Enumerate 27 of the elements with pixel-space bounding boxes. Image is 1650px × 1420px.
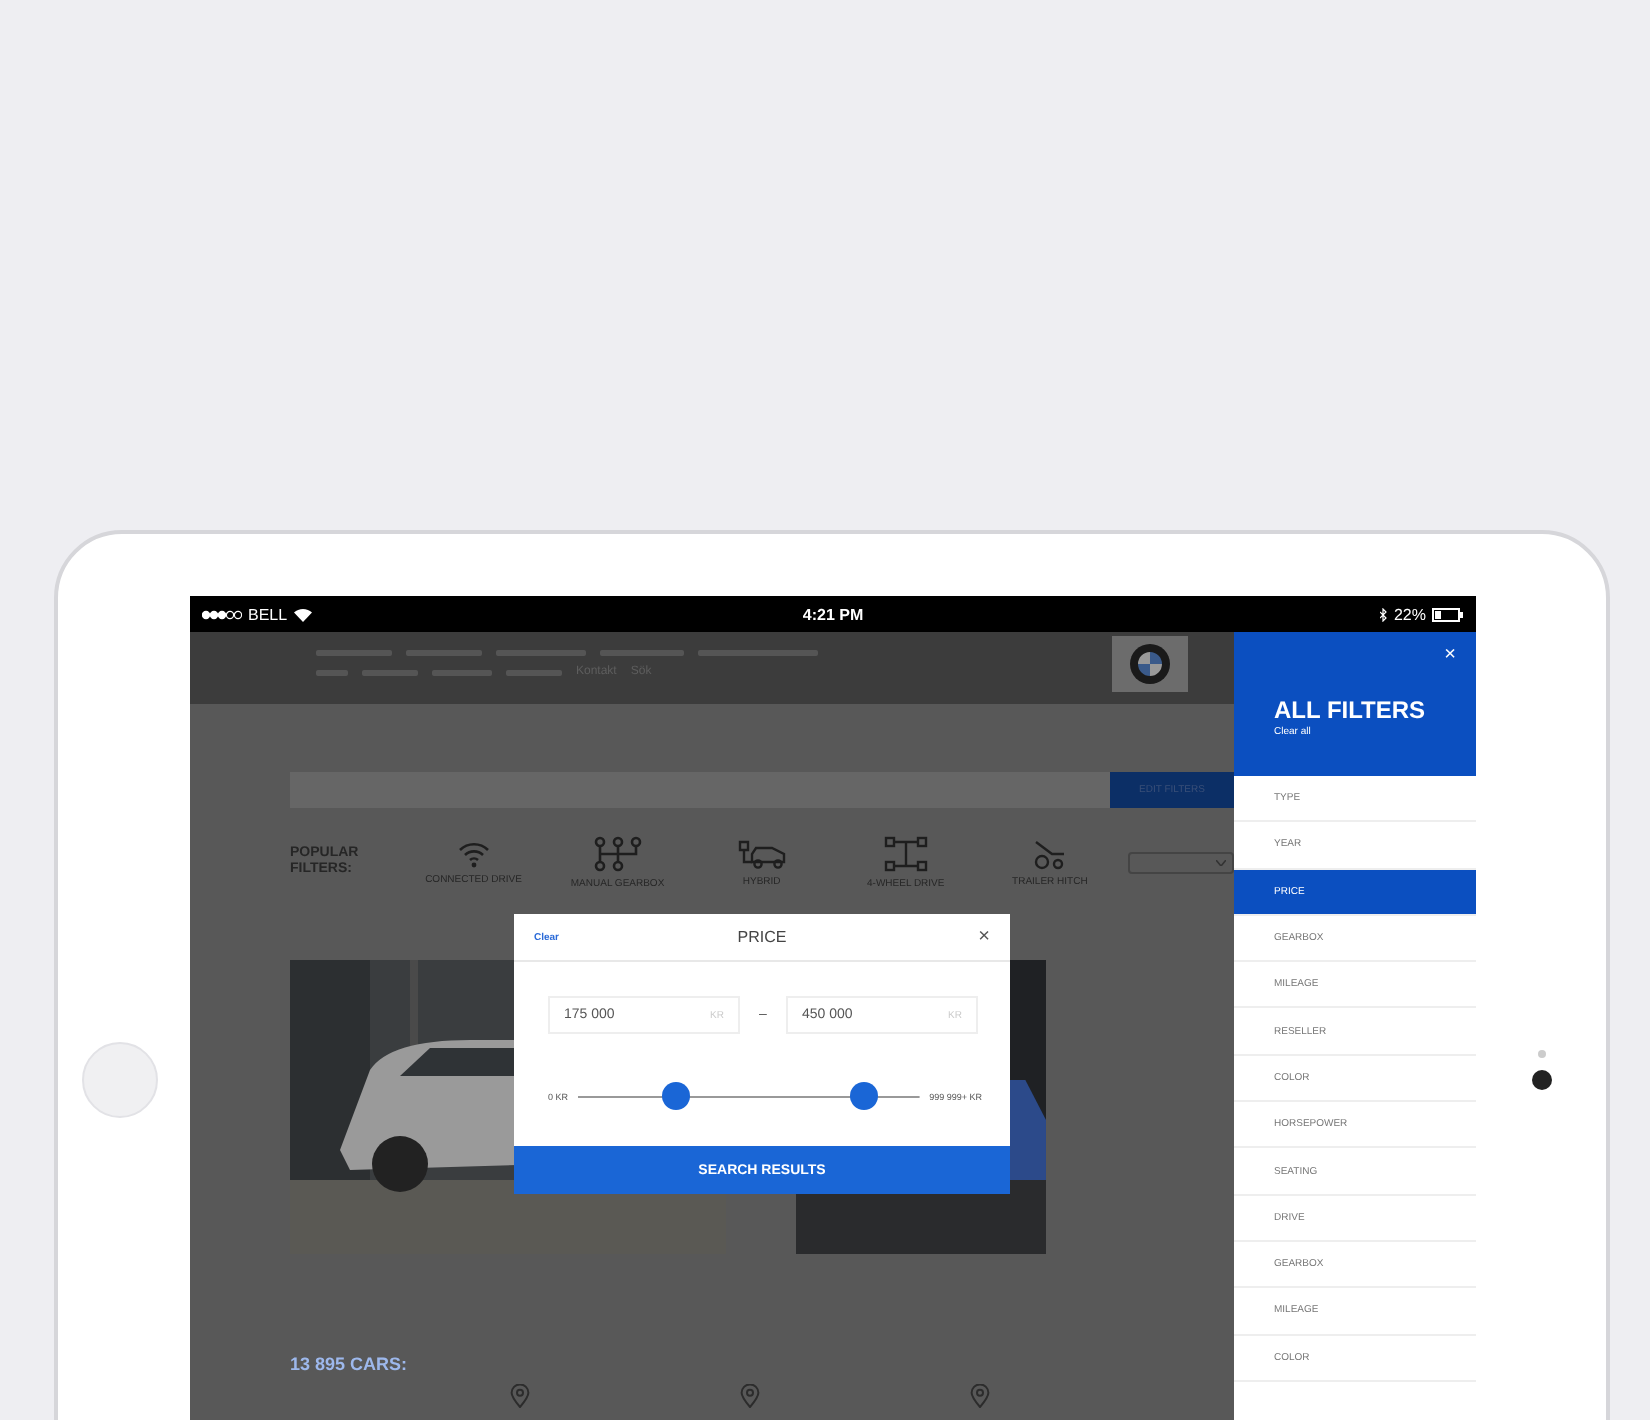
carrier-label: BELL bbox=[248, 605, 288, 623]
signal-icon bbox=[202, 609, 242, 619]
drivetrain-icon bbox=[883, 835, 928, 871]
close-button[interactable]: × bbox=[978, 926, 990, 948]
location-pin-icon bbox=[510, 1384, 530, 1408]
gearbox-icon bbox=[593, 835, 642, 871]
clock: 4:21 PM bbox=[802, 605, 864, 623]
location-pin-icon bbox=[740, 1384, 760, 1408]
sort-dropdown[interactable] bbox=[1127, 851, 1234, 873]
chevron-icon bbox=[1215, 859, 1226, 865]
car-plug-icon bbox=[735, 837, 788, 869]
wifi-icon bbox=[293, 607, 312, 621]
bluetooth-icon bbox=[1379, 607, 1388, 621]
roundel-logo bbox=[1130, 644, 1170, 684]
result-count: 13 895 CARS: bbox=[290, 1354, 410, 1374]
battery-icon bbox=[1432, 607, 1464, 621]
location-pin-icon bbox=[970, 1384, 990, 1408]
battery-percent: 22% bbox=[1393, 605, 1426, 623]
slider-thumb[interactable] bbox=[662, 1082, 691, 1110]
close-button[interactable]: × bbox=[1444, 644, 1456, 666]
drawer-title: ALL FILTERS bbox=[1274, 696, 1428, 724]
dialog-title: PRICE bbox=[737, 928, 787, 946]
trailer-hitch-icon bbox=[1031, 837, 1068, 869]
search-field[interactable] bbox=[290, 772, 1110, 808]
wifi-icon bbox=[457, 839, 490, 867]
slider-thumb[interactable] bbox=[850, 1082, 879, 1110]
sensor-icon bbox=[1538, 1050, 1546, 1058]
